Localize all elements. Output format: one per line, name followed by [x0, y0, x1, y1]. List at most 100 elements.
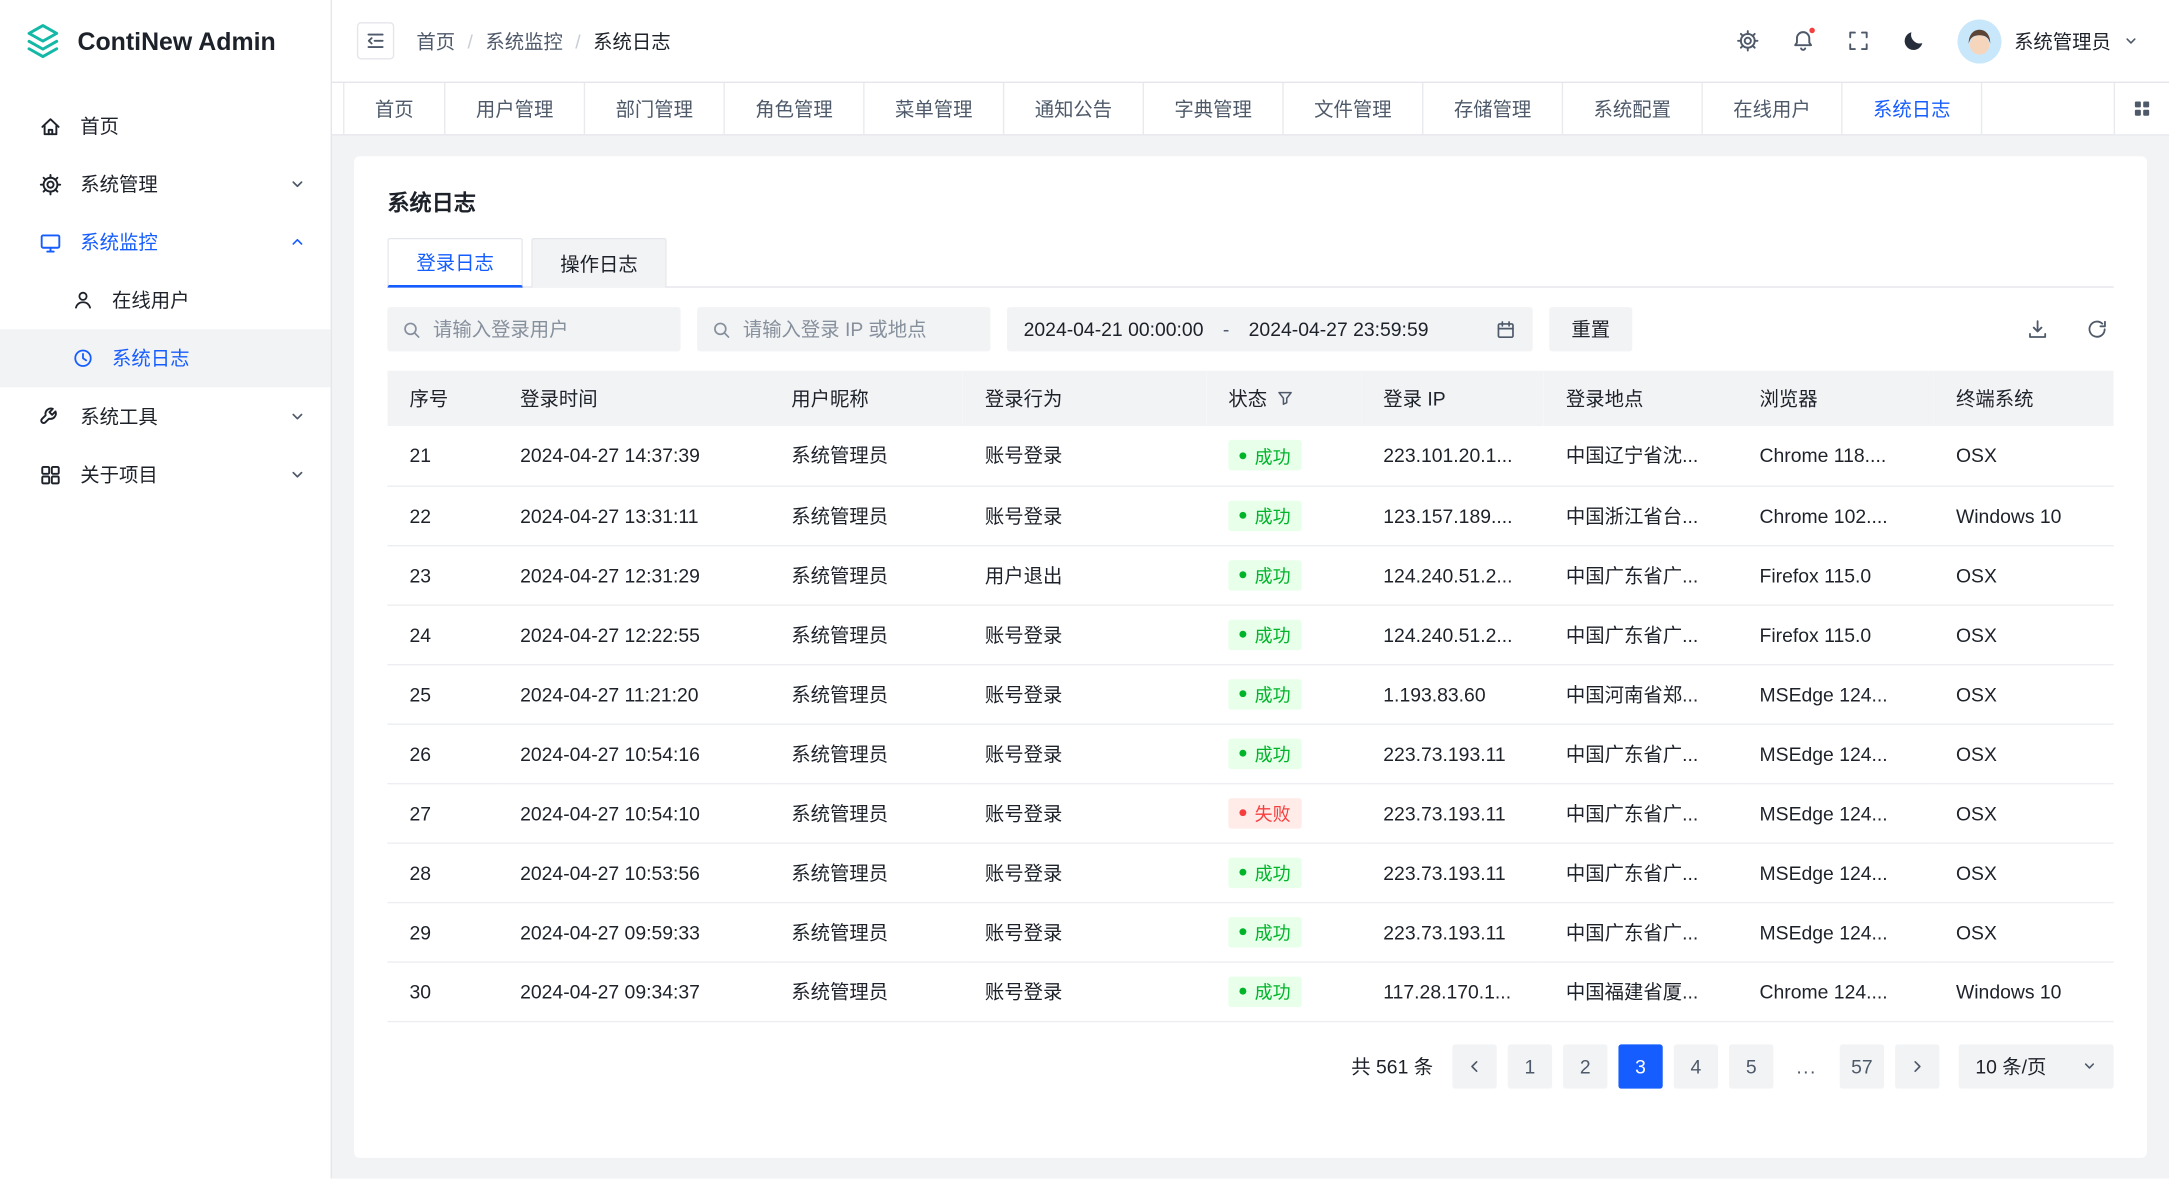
sidebar-item-online-users[interactable]: 在线用户: [0, 271, 331, 329]
cell-no: 29: [387, 902, 498, 961]
cell-ip: 117.28.170.1...: [1361, 961, 1544, 1020]
search-icon: [401, 319, 422, 340]
table-row: 222024-04-27 13:31:11系统管理员账号登录成功123.157.…: [387, 486, 2113, 545]
cell-behavior: 账号登录: [963, 604, 1206, 663]
notifications-button[interactable]: [1791, 29, 1815, 53]
cell-status: 成功: [1206, 486, 1361, 545]
cell-nickname: 系统管理员: [769, 902, 963, 961]
cell-no: 22: [387, 486, 498, 545]
reset-button[interactable]: 重置: [1549, 307, 1632, 351]
cell-time: 2024-04-27 10:54:16: [498, 723, 769, 782]
column-header-nickname: 用户昵称: [769, 371, 963, 426]
column-header-behavior: 登录行为: [963, 371, 1206, 426]
tabbar-tab[interactable]: 在线用户: [1703, 83, 1843, 134]
sidebar-item-about-project[interactable]: 关于项目: [0, 445, 331, 503]
cell-behavior: 用户退出: [963, 545, 1206, 604]
column-header-status: 状态: [1206, 371, 1361, 426]
column-header-no: 序号: [387, 371, 498, 426]
chevron-down-icon: [289, 176, 306, 193]
table-row: 212024-04-27 14:37:39系统管理员账号登录成功223.101.…: [387, 426, 2113, 485]
tab-operation-log[interactable]: 操作日志: [531, 238, 667, 288]
breadcrumb-item[interactable]: 系统监控: [485, 27, 562, 55]
cell-location: 中国广东省广...: [1544, 783, 1738, 842]
cell-time: 2024-04-27 10:53:56: [498, 842, 769, 901]
table-row: 302024-04-27 09:34:37系统管理员账号登录成功117.28.1…: [387, 961, 2113, 1020]
login-ip-input[interactable]: [743, 318, 977, 340]
gear-icon: [1736, 29, 1760, 53]
date-start[interactable]: 2024-04-21 00:00:00: [1024, 318, 1204, 340]
tabbar-tab[interactable]: 存储管理: [1423, 83, 1563, 134]
filter-funnel-icon[interactable]: [1277, 390, 1294, 407]
sidebar-item-system-management[interactable]: 系统管理: [0, 155, 331, 213]
tab-login-log[interactable]: 登录日志: [387, 238, 523, 288]
tabbar-tab[interactable]: 通知公告: [1004, 83, 1144, 134]
pagination-page[interactable]: 2: [1563, 1044, 1607, 1088]
dark-mode-button[interactable]: [1902, 29, 1926, 53]
tabbar-tab[interactable]: 角色管理: [725, 83, 865, 134]
pagination-prev-button[interactable]: [1452, 1044, 1496, 1088]
table-header-row: 序号 登录时间 用户昵称 登录行为 状态 登录: [387, 371, 2113, 426]
tabbar-tab[interactable]: 部门管理: [585, 83, 725, 134]
table-row: 232024-04-27 12:31:29系统管理员用户退出成功124.240.…: [387, 545, 2113, 604]
breadcrumb-item-current: 系统日志: [593, 27, 670, 55]
cell-time: 2024-04-27 11:21:20: [498, 664, 769, 723]
sidebar-item-system-tools[interactable]: 系统工具: [0, 387, 331, 445]
tabbar-tab[interactable]: 首页: [343, 83, 445, 134]
status-dot: [1239, 690, 1246, 697]
tab-actions-button[interactable]: [2114, 83, 2169, 134]
cell-no: 24: [387, 604, 498, 663]
pagination-page[interactable]: 57: [1840, 1044, 1884, 1088]
cell-behavior: 账号登录: [963, 723, 1206, 782]
tabbar-tab[interactable]: 文件管理: [1284, 83, 1424, 134]
tabbar-tab[interactable]: 系统日志: [1843, 83, 1983, 134]
pagination-page[interactable]: 1: [1508, 1044, 1552, 1088]
date-range-picker[interactable]: 2024-04-21 00:00:00 - 2024-04-27 23:59:5…: [1007, 307, 1533, 351]
status-dot: [1239, 809, 1246, 816]
status-badge: 成功: [1228, 619, 1301, 649]
cell-browser: MSEdge 124...: [1737, 842, 1933, 901]
tabbar-tab[interactable]: 菜单管理: [865, 83, 1005, 134]
pagination-page[interactable]: 4: [1674, 1044, 1718, 1088]
refresh-button[interactable]: [2086, 318, 2108, 340]
cell-location: 中国广东省广...: [1544, 604, 1738, 663]
login-user-input[interactable]: [433, 318, 667, 340]
status-dot: [1239, 750, 1246, 757]
pagination-page[interactable]: 5: [1729, 1044, 1773, 1088]
cell-behavior: 账号登录: [963, 902, 1206, 961]
tabbar-tab[interactable]: 字典管理: [1144, 83, 1284, 134]
sidebar-item-system-monitor[interactable]: 系统监控: [0, 213, 331, 271]
cell-browser: MSEdge 124...: [1737, 902, 1933, 961]
sidebar-item-system-logs[interactable]: 系统日志: [0, 329, 331, 387]
cell-nickname: 系统管理员: [769, 486, 963, 545]
fullscreen-button[interactable]: [1847, 29, 1871, 53]
page-title: 系统日志: [387, 184, 2113, 217]
login-ip-search[interactable]: [697, 307, 990, 351]
sidebar-item-label: 在线用户: [112, 286, 306, 314]
cell-browser: Chrome 124....: [1737, 961, 1933, 1020]
cell-status: 失败: [1206, 783, 1361, 842]
sidebar-item-home[interactable]: 首页: [0, 97, 331, 155]
app-logo[interactable]: ContiNew Admin: [0, 0, 331, 83]
table-row: 262024-04-27 10:54:16系统管理员账号登录成功223.73.1…: [387, 723, 2113, 782]
cell-os: OSX: [1934, 426, 2114, 485]
chevron-left-icon: [1466, 1058, 1483, 1075]
cell-status: 成功: [1206, 604, 1361, 663]
pagination-ellipsis[interactable]: ...: [1784, 1044, 1828, 1088]
main-column: 首页 / 系统监控 / 系统日志: [332, 0, 2169, 1179]
login-user-search[interactable]: [387, 307, 680, 351]
user-menu[interactable]: 系统管理员: [1957, 19, 2138, 63]
cell-nickname: 系统管理员: [769, 961, 963, 1020]
column-header-status-label: 状态: [1228, 385, 1267, 413]
breadcrumb-item[interactable]: 首页: [416, 27, 455, 55]
pagination-next-button[interactable]: [1895, 1044, 1939, 1088]
pagination-page[interactable]: 3: [1618, 1044, 1662, 1088]
export-button[interactable]: [2027, 318, 2049, 340]
menu-collapse-button[interactable]: [357, 22, 394, 59]
page-size-select[interactable]: 10 条/页: [1959, 1044, 2114, 1088]
cell-time: 2024-04-27 13:31:11: [498, 486, 769, 545]
settings-button[interactable]: [1736, 29, 1760, 53]
tabbar-tab[interactable]: 用户管理: [445, 83, 585, 134]
status-badge: 成功: [1228, 560, 1301, 590]
tabbar-tab[interactable]: 系统配置: [1563, 83, 1703, 134]
date-end[interactable]: 2024-04-27 23:59:59: [1249, 318, 1429, 340]
